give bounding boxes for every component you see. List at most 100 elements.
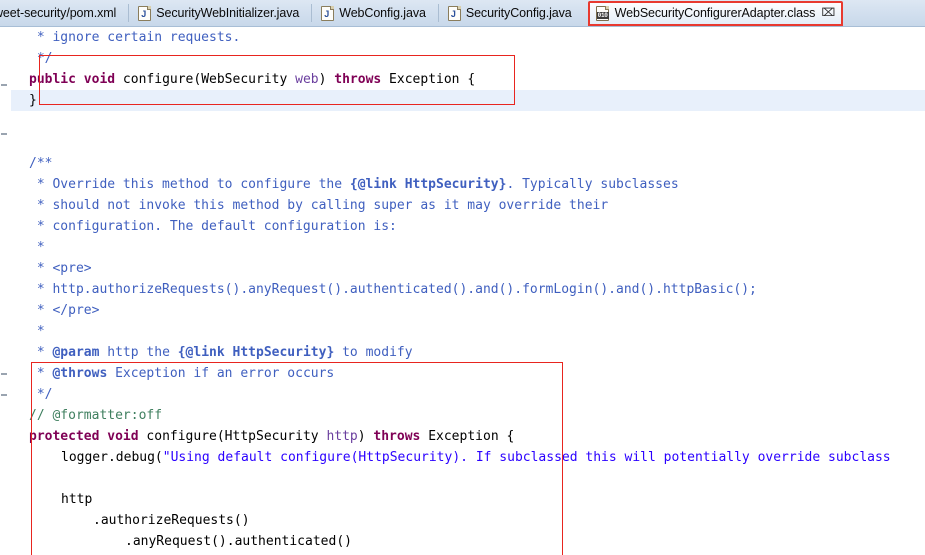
code-token-jdoc: * http.authorizeRequests().anyRequest().… [29,282,757,297]
code-token-jdoc-tag: @throws [52,366,108,381]
code-line[interactable]: .authorizeRequests() [11,510,925,531]
editor-tab-bar: weet-security/pom.xml J SecurityWebInitial… [0,0,925,27]
annotation-ruler-tick-3[interactable] [1,394,7,396]
code-token-plain: ) [318,72,335,87]
code-token-plain: .anyRequest().authenticated() [125,534,352,549]
code-line[interactable]: * should not invoke this method by calli… [11,195,925,216]
code-line[interactable]: .anyRequest().authenticated() [11,531,925,552]
tab-close-icon[interactable]: ⌧ [822,8,836,19]
code-token-jdoc: * [29,324,45,339]
code-line[interactable]: * @throws Exception if an error occurs [11,363,925,384]
file-fold-corner [604,6,609,10]
code-line[interactable]: * [11,321,925,342]
java-file-icon: J [138,5,152,21]
code-token-plain: configure(WebSecurity [115,72,296,87]
code-token-kw: public [29,72,76,87]
editor-tab-label: WebSecurityConfigurerAdapter.class [614,6,816,21]
code-token-jdoc: */ [29,387,53,402]
code-token-jdoc: * <pre> [29,261,92,276]
editor-tab-label: WebConfig.java [339,5,426,20]
code-token-jdoc: Exception if an error occurs [107,366,335,381]
code-token-cmt: // @formatter:off [29,408,163,423]
code-token-plain: ) [357,429,374,444]
code-token-jdoc-link: {@link HttpSecurity} [349,177,507,192]
editor-annotation-ruler[interactable] [0,27,11,555]
editor-tab-1[interactable]: J SecurityWebInitializer.java [128,0,311,26]
code-token-jdoc: * [29,240,45,255]
file-fold-corner [456,5,461,10]
editor-code-area[interactable]: * ignore certain requests. */ public void… [11,27,925,555]
code-token-jdoc: . Typically subclasses [506,177,679,192]
code-line[interactable]: */ [11,48,925,69]
code-line[interactable]: * [11,237,925,258]
code-line[interactable]: } [11,90,925,111]
file-type-mark: 010 [596,12,609,19]
code-token-jdoc: to modify [334,345,413,360]
code-token-param: web [295,72,319,87]
code-line[interactable]: protected void configure(HttpSecurity ht… [11,426,925,447]
code-token-jdoc: * [29,366,53,381]
code-token-jdoc-tag: @param [52,345,100,360]
editor-tab-label: weet-security/pom.xml [0,5,117,20]
code-line[interactable]: /** [11,153,925,174]
code-line[interactable]: * http.authorizeRequests().anyRequest().… [11,279,925,300]
file-type-mark: J [324,8,330,19]
code-token-param: http [326,429,358,444]
file-fold-corner [330,5,335,10]
code-token-jdoc: /** [29,156,53,171]
code-token-plain: configure(HttpSecurity [138,429,327,444]
code-token-kw: protected [29,429,100,444]
code-line[interactable]: * @param http the {@link HttpSecurity} t… [11,342,925,363]
editor-tab-2[interactable]: J WebConfig.java [311,0,438,26]
annotation-ruler-tick-2[interactable] [1,373,7,375]
file-fold-corner [147,5,152,10]
source-code[interactable]: * ignore certain requests. */ public void… [11,27,925,555]
code-token-plain: Exception { [381,72,476,87]
code-token-plain: logger.debug( [61,450,163,465]
code-token-plain: .authorizeRequests() [93,513,250,528]
code-line[interactable]: * ignore certain requests. [11,27,925,48]
code-token-kw: void [83,72,116,87]
editor-tab-3[interactable]: J SecurityConfig.java [437,0,584,26]
code-line[interactable] [11,132,925,153]
code-token-jdoc: * ignore certain requests. [29,30,241,45]
java-file-icon: J [321,5,335,21]
code-editor[interactable]: * ignore certain requests. */ public void… [0,27,925,555]
file-type-mark: J [450,8,456,19]
class-file-icon: 010 [595,6,609,21]
code-line[interactable]: public void configure(WebSecurity web) t… [11,69,925,90]
file-type-mark: J [141,8,147,19]
code-line[interactable] [11,468,925,489]
code-line[interactable]: logger.debug("Using default configure(Ht… [11,447,925,468]
code-line[interactable]: * Override this method to configure the … [11,174,925,195]
editor-tab-0[interactable]: weet-security/pom.xml [0,0,128,26]
code-token-jdoc: * </pre> [29,303,100,318]
code-line[interactable]: * </pre> [11,300,925,321]
code-token-kw: throws [373,429,421,444]
code-token-str: "Using default configure(HttpSecurity). … [162,450,891,465]
code-token-jdoc-link: {@link HttpSecurity} [177,345,335,360]
code-line[interactable] [11,111,925,132]
java-file-icon: J [447,5,461,21]
code-line[interactable]: // @formatter:off [11,405,925,426]
annotation-ruler-tick-1[interactable] [1,133,7,135]
code-token-jdoc: */ [29,51,53,66]
code-token-plain: Exception { [420,429,515,444]
code-line[interactable]: http [11,489,925,510]
annotation-ruler-tick-0[interactable] [1,84,7,86]
code-line[interactable]: */ [11,384,925,405]
code-token-plain: http [61,492,93,507]
code-token-plain: } [29,93,37,108]
editor-tab-label: SecurityConfig.java [465,5,572,20]
code-token-jdoc: * [29,345,53,360]
editor-tab-label: SecurityWebInitializer.java [156,5,300,20]
code-line[interactable]: * <pre> [11,258,925,279]
code-token-jdoc: http the [99,345,178,360]
code-token-kw: throws [334,72,382,87]
code-token-jdoc: * configuration. The default configurati… [29,219,397,234]
editor-tab-4[interactable]: 010 WebSecurityConfigurerAdapter.class ⌧ [587,1,843,26]
code-token-jdoc: * should not invoke this method by calli… [29,198,609,213]
code-line[interactable]: * configuration. The default configurati… [11,216,925,237]
code-token-kw: void [107,429,139,444]
